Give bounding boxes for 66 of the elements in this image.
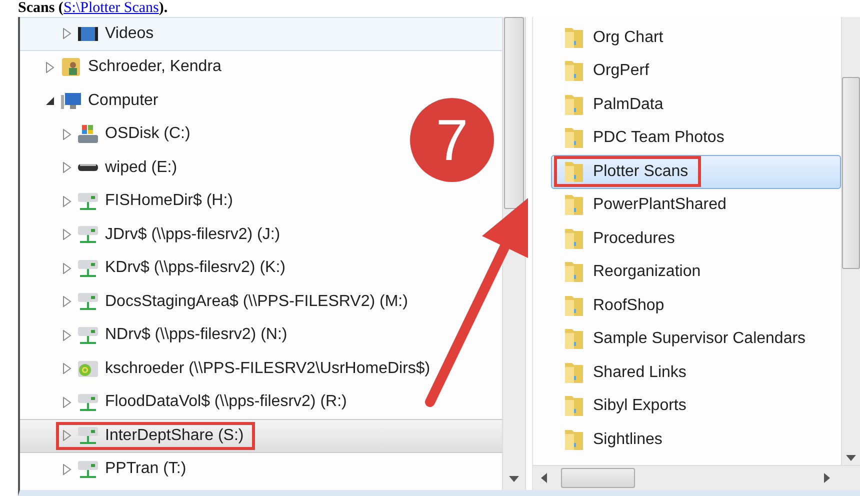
highlight-frame: NDrv$ (\\pps-filesrv2) (N:) [56,321,298,350]
tree-item[interactable]: PPTran (T:) [20,452,204,486]
collapsed-triangle-icon[interactable] [63,229,71,240]
highlight-frame: OSDisk (C:) [56,120,202,148]
tree-item[interactable]: kschroeder (\\PPS-FILESRV2\UsrHomeDirs$) [20,352,448,386]
collapsed-triangle-icon[interactable] [63,363,71,374]
folder-item[interactable]: Plotter Scans [551,155,841,188]
folder-icon [565,195,583,216]
scroll-left-icon[interactable] [541,473,547,483]
horizontal-scrollbar[interactable] [533,465,860,490]
scroll-down-icon[interactable] [509,476,519,482]
folder-icon [565,430,583,450]
folder-icon [565,128,583,148]
tree-item[interactable]: Schroeder, Kendra [20,50,238,84]
highlight-frame: InterDeptShare (S:) [56,422,255,450]
tree-item[interactable]: InterDeptShare (S:) [20,419,502,452]
folder-icon [565,329,583,350]
expanded-triangle-icon[interactable] [46,95,54,106]
collapsed-triangle-icon[interactable] [63,296,71,308]
scroll-down-icon[interactable] [846,455,856,461]
collapsed-triangle-icon[interactable] [63,162,71,174]
folder-icon [565,296,583,316]
highlight-frame: Plotter Scans [554,156,702,188]
caption-text: Scans (S:\Plotter Scans). [18,0,168,17]
highlight-frame: KDrv$ (\\pps-filesrv2) (K:) [56,254,296,282]
tree-item[interactable]: Videos [20,17,502,50]
collapsed-triangle-icon[interactable] [63,128,71,140]
collapsed-triangle-icon[interactable] [63,262,71,274]
collapsed-triangle-icon[interactable] [63,396,71,408]
path-link[interactable]: S:\Plotter Scans [63,0,159,16]
highlight-frame: PPTran (T:) [56,455,198,484]
scroll-right-icon[interactable] [824,473,830,483]
folder-icon [565,61,583,82]
folder-icon [565,28,583,48]
highlight-frame: Computer [39,86,170,115]
tree-item[interactable]: NDrv$ (\\pps-filesrv2) (N:) [20,318,304,352]
tree-item[interactable]: KDrv$ (\\pps-filesrv2) (K:) [20,252,302,285]
collapsed-triangle-icon[interactable] [46,62,54,73]
folder-icon [565,362,583,383]
folder-icon [565,396,583,416]
collapsed-triangle-icon[interactable] [63,430,71,442]
highlight-frame: FISHomeDir$ (H:) [56,187,244,216]
highlight-frame: JDrv$ (\\pps-filesrv2) (J:) [56,220,292,249]
collapsed-triangle-icon[interactable] [63,464,71,475]
highlight-frame: DocsStagingArea$ (\\PPS-FILESRV2) (M:) [56,288,419,316]
tree-item[interactable]: wiped (E:) [20,151,194,184]
highlight-frame: wiped (E:) [56,154,188,182]
tree-item[interactable]: JDrv$ (\\pps-filesrv2) (J:) [20,218,298,252]
collapsed-triangle-icon[interactable] [63,28,71,40]
tree-item[interactable]: OSDisk (C:) [20,118,208,151]
folder-icon [565,94,583,115]
tree-item[interactable]: FloodDataVol$ (\\pps-filesrv2) (R:) [20,386,364,419]
folder-icon [565,228,583,249]
vertical-scrollbar[interactable] [502,17,526,490]
tree-item[interactable]: DocsStagingArea$ (\\PPS-FILESRV2) (M:) [20,285,425,318]
highlight-frame: kschroeder (\\PPS-FILESRV2\UsrHomeDirs$) [56,354,442,383]
folder-icon [565,262,583,282]
tree-item[interactable]: FISHomeDir$ (H:) [20,184,250,218]
tree-item[interactable]: Computer [20,84,176,118]
highlight-frame: FloodDataVol$ (\\pps-filesrv2) (R:) [56,388,358,416]
highlight-frame: Schroeder, Kendra [39,53,232,82]
highlight-frame: Videos [56,20,165,48]
folder-icon [565,162,583,182]
collapsed-triangle-icon[interactable] [63,196,71,207]
collapsed-triangle-icon[interactable] [63,330,71,341]
vertical-scrollbar[interactable] [841,17,860,465]
